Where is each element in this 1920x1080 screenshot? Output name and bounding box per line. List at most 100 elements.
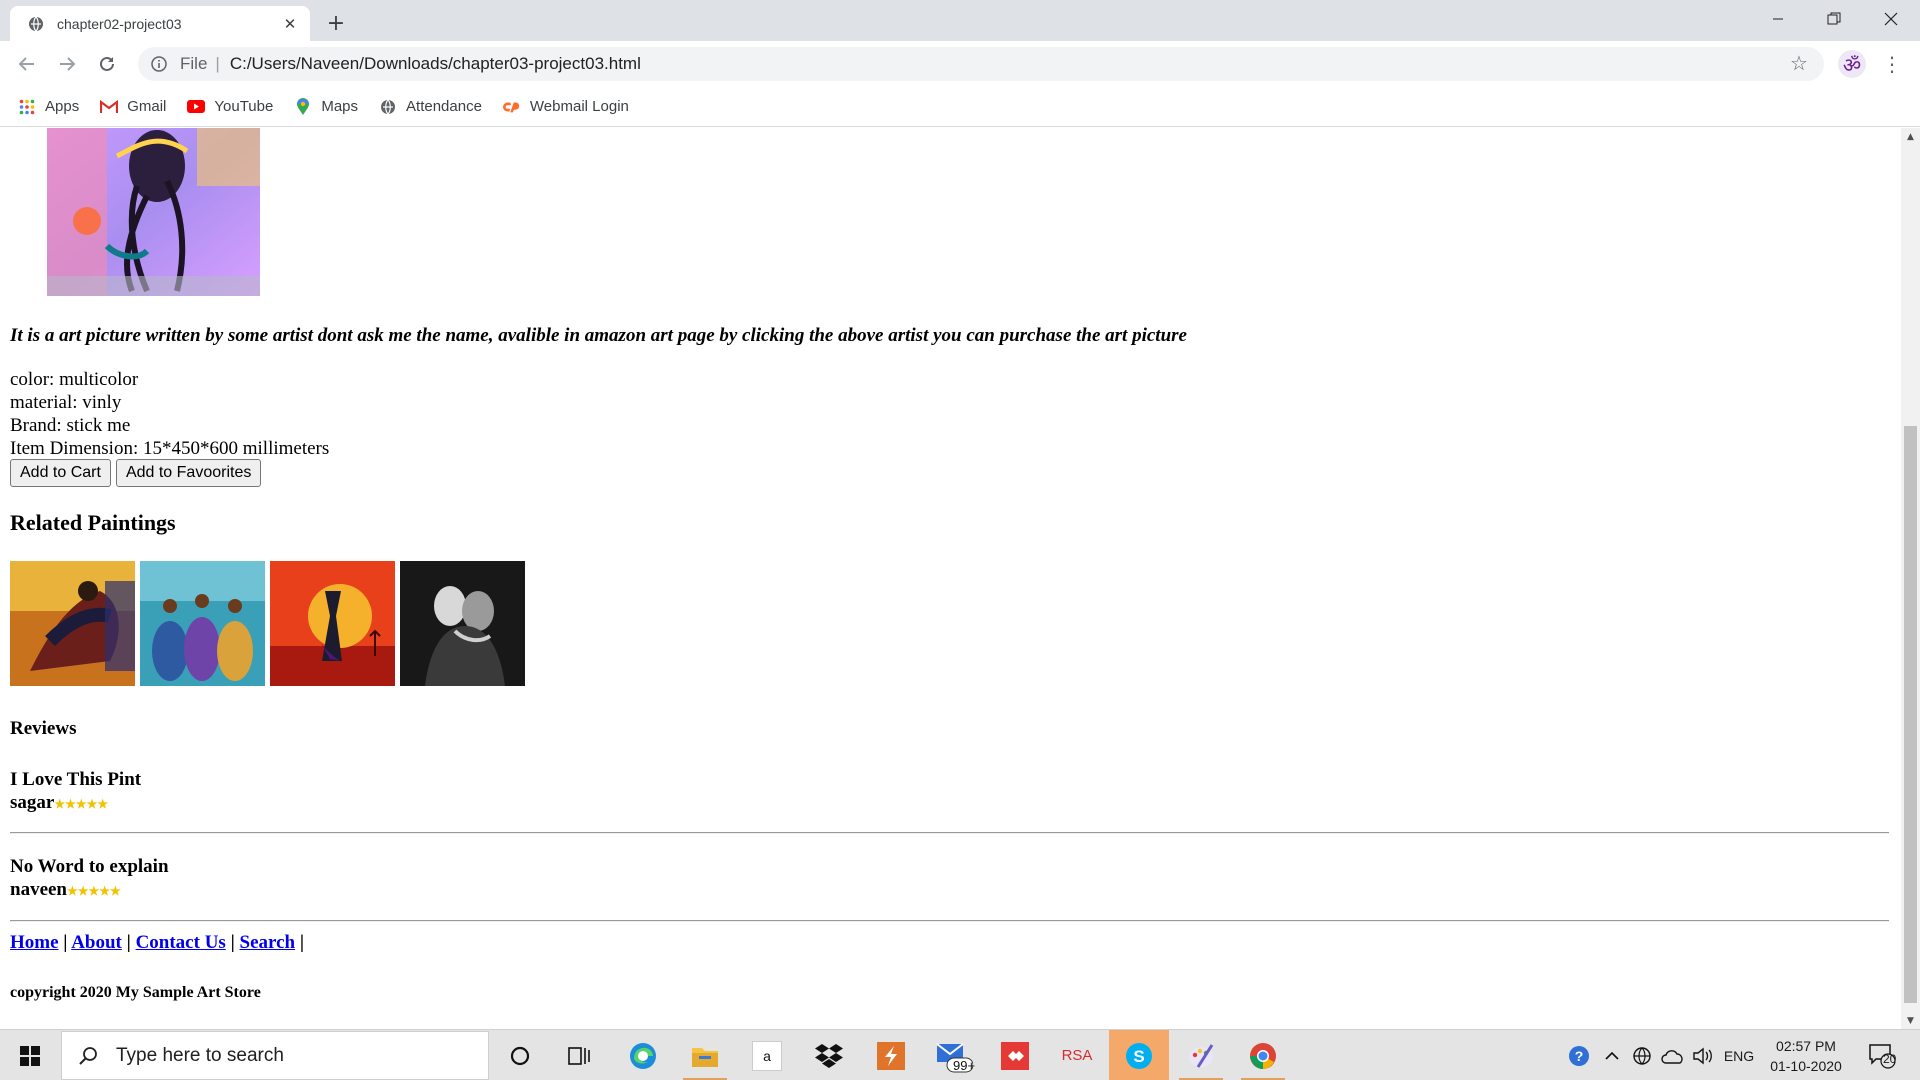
taskbar-search-box[interactable]: Type here to search [61, 1031, 489, 1080]
anydesk-icon[interactable] [985, 1030, 1045, 1080]
notification-count: 20 [1883, 1052, 1897, 1066]
help-icon[interactable]: ? [1562, 1030, 1596, 1080]
address-bar[interactable]: File | C:/Users/Naveen/Downloads/chapter… [138, 47, 1824, 81]
bookmark-label: Webmail Login [529, 98, 629, 115]
globe-icon [27, 15, 45, 33]
input-language[interactable]: ENG [1720, 1030, 1758, 1080]
notifications-icon[interactable]: 20 [1862, 1030, 1902, 1080]
bookmarks-bar: Apps Gmail YouTube Maps Attendance Webma… [0, 87, 1920, 127]
profile-avatar[interactable]: ॐ [1838, 50, 1866, 78]
clock-date: 01-10-2020 [1770, 1058, 1842, 1074]
review-author: naveen [10, 879, 67, 900]
star-rating-icon: ★★★★★ [54, 797, 109, 811]
related-painting-3[interactable] [270, 561, 395, 686]
rsa-label: RSA [1061, 1047, 1093, 1064]
art-description: It is a art picture written by some arti… [10, 325, 1187, 346]
review-2: No Word to explain naveen★★★★★ [10, 855, 169, 903]
sublime-text-icon[interactable] [861, 1030, 921, 1080]
apps-grid-icon [18, 98, 36, 116]
chevron-up-icon[interactable] [1600, 1030, 1624, 1080]
restore-button[interactable] [1805, 0, 1863, 38]
footer-separator: | [230, 932, 235, 953]
mail-icon[interactable]: 99+ [923, 1030, 983, 1080]
related-paintings-heading: Related Paintings [10, 510, 176, 535]
footer-link-search[interactable]: Search [240, 932, 296, 953]
volume-icon[interactable] [1690, 1030, 1716, 1080]
footer-link-contact[interactable]: Contact Us [136, 932, 226, 953]
divider [10, 832, 1889, 834]
bookmark-youtube[interactable]: YouTube [179, 93, 283, 121]
more-menu-icon[interactable]: ⋮ [1880, 49, 1904, 79]
copyright-text: copyright 2020 My Sample Art Store [10, 984, 261, 1001]
bookmark-label: YouTube [214, 98, 274, 115]
action-buttons: Add to Cart Add to Favoorites [10, 459, 262, 487]
browser-tab[interactable]: chapter02-project03 ✕ [10, 6, 310, 41]
related-painting-4[interactable] [400, 561, 525, 686]
reload-icon[interactable] [92, 49, 122, 79]
edge-browser-icon[interactable] [613, 1030, 673, 1080]
globe-icon [379, 98, 397, 116]
browser-toolbar: File | C:/Users/Naveen/Downloads/chapter… [0, 41, 1920, 87]
skype-icon[interactable]: S [1109, 1030, 1169, 1080]
bookmark-star-icon[interactable]: ☆ [1790, 54, 1810, 74]
task-view-icon[interactable] [550, 1030, 610, 1080]
footer-link-about[interactable]: About [71, 932, 122, 953]
back-arrow-icon[interactable] [12, 49, 42, 79]
rsa-app-icon[interactable]: RSA [1047, 1030, 1107, 1080]
bookmark-apps[interactable]: Apps [10, 93, 89, 121]
svg-text:S: S [1133, 1047, 1144, 1066]
review-title: I Love This Pint [10, 769, 142, 790]
star-rating-icon: ★★★★★ [67, 884, 121, 898]
file-label: File [180, 54, 208, 73]
bookmark-label: Attendance [406, 98, 482, 115]
footer-separator: | [63, 932, 68, 953]
close-tab-icon[interactable]: ✕ [280, 14, 300, 34]
related-painting-1[interactable] [10, 561, 135, 686]
cortana-icon[interactable] [490, 1030, 550, 1080]
page-scrollbar[interactable]: ▲ ▼ [1901, 128, 1920, 1029]
onedrive-icon[interactable] [1658, 1030, 1688, 1080]
scroll-down-icon[interactable]: ▼ [1901, 1012, 1920, 1029]
featured-art-image[interactable] [47, 128, 260, 296]
bookmark-gmail[interactable]: Gmail [92, 93, 176, 121]
bookmark-webmail-login[interactable]: Webmail Login [495, 93, 639, 121]
forward-arrow-icon[interactable] [52, 49, 82, 79]
add-to-cart-button[interactable]: Add to Cart [10, 459, 111, 487]
new-tab-button[interactable]: + [322, 9, 350, 37]
dropbox-icon[interactable] [799, 1030, 859, 1080]
footer-separator: | [299, 932, 305, 953]
info-icon[interactable] [150, 55, 168, 73]
add-to-favourites-button[interactable]: Add to Favoorites [115, 459, 262, 487]
paint-icon[interactable] [1171, 1030, 1231, 1080]
review-1: I Love This Pint sagar★★★★★ [10, 768, 141, 816]
spec-color: color: multicolor [10, 369, 139, 390]
tab-strip: chapter02-project03 ✕ + [0, 0, 1920, 41]
address-separator: | [215, 54, 220, 73]
minimize-button[interactable] [1749, 0, 1807, 38]
footer-link-home[interactable]: Home [10, 932, 59, 953]
network-globe-icon[interactable] [1628, 1030, 1656, 1080]
review-title: No Word to explain [10, 856, 169, 877]
file-explorer-icon[interactable] [675, 1030, 735, 1080]
url-text[interactable]: C:/Users/Naveen/Downloads/chapter03-proj… [230, 54, 641, 74]
windows-start-icon[interactable] [0, 1030, 60, 1080]
svg-text:?: ? [1575, 1048, 1584, 1064]
mail-badge: 99+ [953, 1058, 976, 1073]
spec-list: color: multicolor material: vinly Brand:… [10, 368, 329, 460]
clock-time: 02:57 PM [1776, 1038, 1836, 1054]
bookmark-label: Apps [45, 98, 80, 115]
maps-pin-icon [294, 97, 312, 116]
page-viewport: It is a art picture written by some arti… [0, 128, 1901, 1029]
scroll-up-icon[interactable]: ▲ [1901, 128, 1920, 145]
search-placeholder: Type here to search [116, 1044, 284, 1066]
youtube-icon [187, 98, 206, 116]
bookmark-attendance[interactable]: Attendance [371, 93, 492, 121]
reviews-heading: Reviews [10, 718, 77, 739]
system-clock[interactable]: 02:57 PM 01-10-2020 [1758, 1036, 1854, 1076]
scroll-thumb[interactable] [1904, 426, 1917, 1003]
related-painting-2[interactable] [140, 561, 265, 686]
chrome-icon[interactable] [1233, 1030, 1293, 1080]
close-window-button[interactable] [1862, 0, 1920, 38]
bookmark-maps[interactable]: Maps [286, 93, 368, 121]
amazon-app-icon[interactable]: a [737, 1030, 797, 1080]
